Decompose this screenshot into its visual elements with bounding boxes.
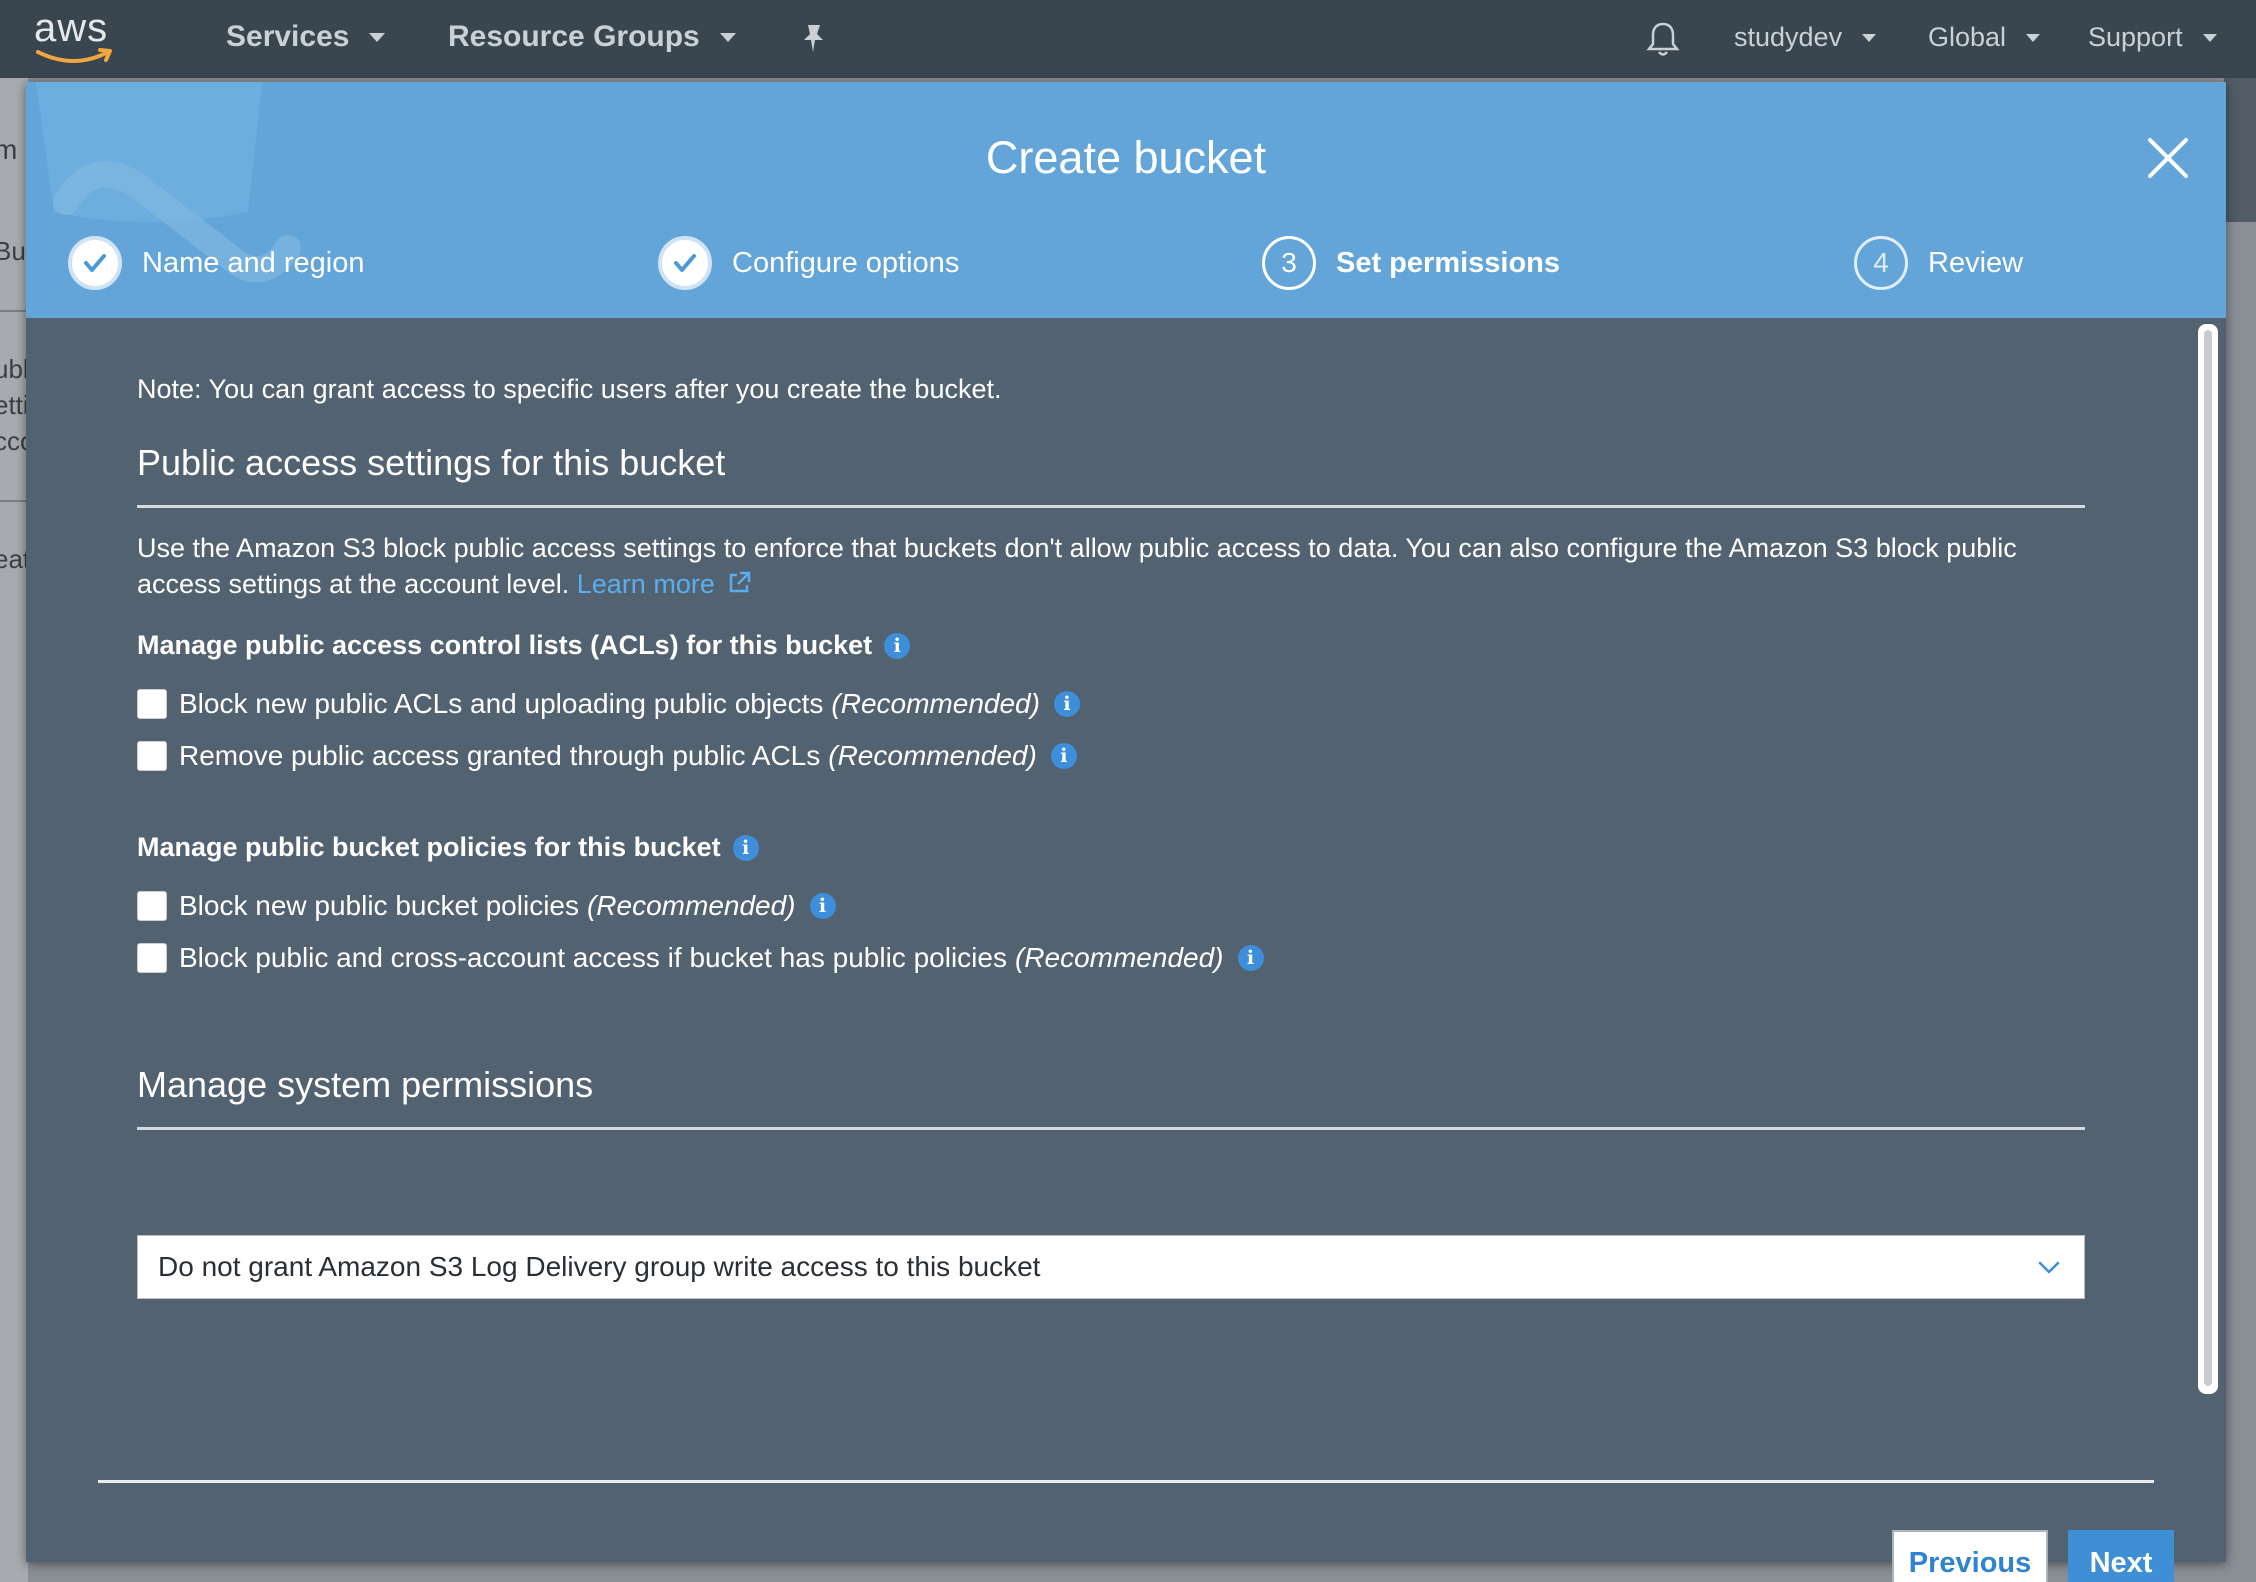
aws-smile-icon — [36, 48, 112, 63]
modal-header: Create bucket Name and region Configure … — [26, 82, 2226, 318]
pin-button[interactable] — [800, 22, 828, 54]
step-label: Name and region — [142, 246, 365, 279]
step-label: Set permissions — [1336, 246, 1561, 279]
chevron-down-icon — [2202, 33, 2217, 42]
pin-icon — [804, 25, 823, 52]
permissions-note: Note: You can grant access to specific u… — [137, 374, 1002, 404]
account-menu[interactable]: studydev — [1734, 22, 1877, 53]
acl-group-title: Manage public access control lists (ACLs… — [137, 630, 911, 661]
block-new-policies-checkbox[interactable] — [137, 891, 167, 921]
aws-logo-text: aws — [34, 6, 109, 50]
checkbox-row-block-cross-account: Block public and cross-account access if… — [137, 942, 1264, 974]
recommended-tag: (Recommended) — [831, 688, 1040, 719]
background-text: m — [0, 134, 18, 165]
step-review[interactable]: 4 Review — [1854, 236, 2023, 290]
checkbox-row-block-new-acls: Block new public ACLs and uploading publ… — [137, 688, 1080, 720]
create-bucket-modal: Create bucket Name and region Configure … — [26, 82, 2226, 1582]
next-button[interactable]: Next — [2068, 1530, 2174, 1582]
top-nav: aws Services Resource Groups studydev Gl… — [0, 0, 2256, 78]
checkmark-icon — [658, 236, 712, 290]
step-label: Configure options — [732, 246, 960, 279]
chevron-down-icon — [719, 32, 736, 42]
close-icon — [2148, 138, 2188, 178]
step-number: 3 — [1281, 247, 1297, 278]
public-access-section-title: Public access settings for this bucket — [137, 442, 726, 483]
chevron-down-icon — [2038, 1261, 2060, 1274]
background-page-right — [2224, 78, 2256, 222]
services-label: Services — [226, 20, 350, 53]
services-menu[interactable]: Services — [226, 20, 386, 54]
support-menu[interactable]: Support — [2088, 22, 2217, 53]
account-label: studydev — [1734, 22, 1843, 52]
block-new-acls-checkbox[interactable] — [137, 689, 167, 719]
step-number-badge: 3 — [1262, 236, 1316, 290]
info-icon[interactable]: i — [1053, 691, 1080, 717]
log-delivery-select[interactable]: Do not grant Amazon S3 Log Delivery grou… — [137, 1235, 2085, 1299]
step-number: 4 — [1873, 247, 1889, 278]
info-icon[interactable]: i — [809, 893, 836, 919]
recommended-tag: (Recommended) — [1014, 942, 1224, 973]
checkbox-row-block-new-policies: Block new public bucket policies (Recomm… — [137, 890, 836, 922]
description-text: Use the Amazon S3 block public access se… — [137, 533, 2017, 599]
step-name-and-region[interactable]: Name and region — [68, 236, 364, 290]
policy-group-title: Manage public bucket policies for this b… — [137, 832, 759, 863]
background-text: cco — [0, 426, 28, 456]
block-cross-account-checkbox[interactable] — [137, 943, 167, 973]
checkbox-row-remove-acl-access: Remove public access granted through pub… — [137, 740, 1077, 772]
modal-body: Note: You can grant access to specific u… — [26, 318, 2226, 1582]
option-label: Remove public access granted through pub… — [179, 740, 821, 771]
resource-groups-menu[interactable]: Resource Groups — [448, 20, 736, 54]
aws-logo[interactable]: aws — [34, 6, 118, 66]
learn-more-link[interactable]: Learn more — [577, 569, 753, 599]
option-label: Block new public ACLs and uploading publ… — [179, 688, 824, 719]
bell-icon — [1646, 22, 1680, 56]
remove-acl-access-checkbox[interactable] — [137, 741, 167, 771]
chevron-down-icon — [1862, 33, 1877, 42]
chevron-down-icon — [2026, 33, 2041, 42]
system-permissions-title: Manage system permissions — [137, 1064, 594, 1105]
info-icon[interactable]: i — [732, 834, 759, 861]
policy-group-label: Manage public bucket policies for this b… — [137, 832, 721, 862]
step-set-permissions[interactable]: 3 Set permissions — [1262, 236, 1560, 290]
chevron-down-icon — [369, 32, 386, 42]
step-label: Review — [1928, 246, 2024, 279]
checkmark-icon — [68, 236, 122, 290]
footer-divider — [98, 1480, 2154, 1483]
region-label: Global — [1928, 22, 2007, 52]
scrollbar-thumb[interactable] — [2204, 330, 2212, 1386]
public-access-description: Use the Amazon S3 block public access se… — [137, 530, 2085, 602]
previous-button[interactable]: Previous — [1892, 1530, 2048, 1582]
close-button[interactable] — [2142, 132, 2194, 184]
recommended-tag: (Recommended) — [828, 740, 1037, 771]
resource-groups-label: Resource Groups — [448, 20, 700, 53]
info-icon[interactable]: i — [1237, 945, 1264, 971]
section-divider — [137, 1127, 2085, 1130]
modal-title: Create bucket — [985, 132, 1267, 183]
info-icon[interactable]: i — [884, 632, 911, 659]
background-text: Bu — [0, 236, 26, 266]
region-menu[interactable]: Global — [1928, 22, 2041, 53]
step-number-badge: 4 — [1854, 236, 1908, 290]
external-link-icon — [730, 571, 751, 593]
background-text: etti — [0, 390, 28, 420]
recommended-tag: (Recommended) — [586, 890, 796, 921]
background-text: ubl — [0, 354, 28, 384]
notifications-button[interactable] — [1646, 20, 1680, 58]
background-divider — [0, 500, 28, 502]
option-label: Block public and cross-account access if… — [179, 942, 1007, 973]
acl-group-label: Manage public access control lists (ACLs… — [137, 630, 873, 660]
background-text: eat — [0, 544, 28, 574]
learn-more-label: Learn more — [576, 569, 715, 599]
step-configure-options[interactable]: Configure options — [658, 236, 959, 290]
section-divider — [137, 505, 2085, 508]
background-divider — [0, 310, 28, 312]
info-icon[interactable]: i — [1050, 743, 1077, 769]
option-label: Block new public bucket policies — [179, 890, 579, 921]
support-label: Support — [2088, 22, 2183, 52]
select-value: Do not grant Amazon S3 Log Delivery grou… — [158, 1251, 1041, 1282]
background-page: m Bu ubl etti cco eat — [0, 78, 28, 1582]
